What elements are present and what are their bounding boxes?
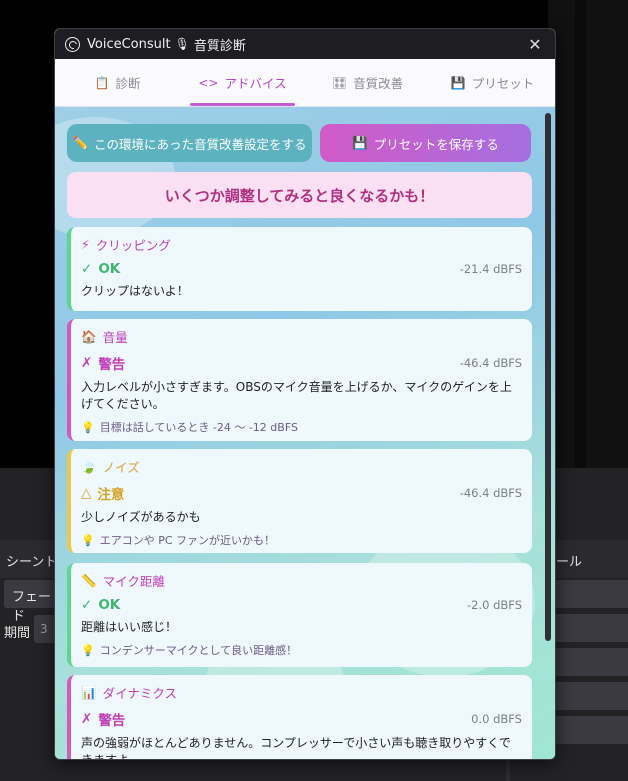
obs-right-control[interactable] xyxy=(548,716,628,744)
advice-card-volume: 🏠 音量 ✗ 警告 -46.4 dBFS 入力レベルが小さすぎます。OBSのマイ… xyxy=(67,319,532,441)
window-title-sub: 音質診断 xyxy=(193,38,246,54)
obs-right-control[interactable] xyxy=(548,580,628,608)
card-message: クリップはないよ！ xyxy=(81,284,189,298)
obs-right-strip xyxy=(548,0,628,468)
floppy-disk-icon: 💾 xyxy=(352,135,368,150)
save-preset-label: プリセットを保存する xyxy=(373,136,499,152)
obs-right-control[interactable] xyxy=(548,648,628,676)
obs-right-control[interactable] xyxy=(548,682,628,710)
cross-icon: ✗ xyxy=(81,711,93,727)
card-title: クリッピング xyxy=(95,238,171,253)
obs-logo-icon xyxy=(65,36,80,52)
lightbulb-icon: 💡 xyxy=(81,420,95,434)
mixer-icon: 🎛 xyxy=(331,75,348,90)
lightbulb-icon: 💡 xyxy=(81,643,95,657)
card-message: 声の強弱がほとんどありません。コンプレッサーで小さい声も聴き取りやすくできますよ… xyxy=(81,736,511,759)
obs-right-divider xyxy=(506,760,510,781)
card-title: マイク距離 xyxy=(102,574,165,589)
status-label: 警告 xyxy=(98,713,126,729)
bar-chart-icon: 📊 xyxy=(81,684,97,700)
tab-sound-improvement[interactable]: 🎛 音質改善 xyxy=(305,59,430,106)
tab-label: 診断 xyxy=(115,76,141,91)
dbfs-value: -21.4 dBFS xyxy=(459,262,522,276)
close-button[interactable]: ✕ xyxy=(525,35,545,54)
code-brackets-icon: <> xyxy=(198,75,219,90)
title-bar[interactable]: VoiceConsult 🎙 音質診断 ✕ xyxy=(55,29,555,59)
tab-bar: 📋 診断 <> アドバイス 🎛 音質改善 💾 プリセット xyxy=(55,59,555,107)
card-title: ダイナミクス xyxy=(102,686,177,701)
voice-consult-window: VoiceConsult 🎙 音質診断 ✕ 📋 診断 <> アドバイス 🎛 音質… xyxy=(54,28,556,760)
auto-tune-label: この環境にあった音質改善設定をする xyxy=(94,136,307,152)
status-label: OK xyxy=(98,261,121,277)
card-tip: エアコンや PC ファンが近いかも！ xyxy=(99,534,276,547)
tab-label: プリセット xyxy=(471,76,535,91)
obs-right-control[interactable] xyxy=(548,614,628,642)
card-message: 距離はいい感じ！ xyxy=(81,620,178,634)
tab-advice[interactable]: <> アドバイス xyxy=(180,59,305,106)
duration-label: 期間 xyxy=(4,626,31,641)
tab-label: 音質改善 xyxy=(353,76,404,91)
check-icon: ✓ xyxy=(81,261,93,277)
advice-card-clipping: ⚡ クリッピング ✓ OK -21.4 dBFS クリップはないよ！ xyxy=(67,227,532,311)
action-row: ✏️ この環境にあった音質改善設定をする 💾 プリセットを保存する xyxy=(67,124,532,162)
save-preset-button[interactable]: 💾 プリセットを保存する xyxy=(320,124,531,162)
lightning-icon: ⚡ xyxy=(81,237,90,252)
dock-right-label: ール xyxy=(556,555,583,570)
dbfs-value: -2.0 dBFS xyxy=(467,598,522,612)
advice-card-noise: 🍃 ノイズ △ 注意 -46.4 dBFS 少しノイズがあるかも 💡 エアコンや… xyxy=(67,449,532,553)
advice-card-mic-distance: 📏 マイク距離 ✓ OK -2.0 dBFS 距離はいい感じ！ 💡 コンデンサー… xyxy=(67,563,532,667)
clipboard-icon: 📋 xyxy=(94,75,110,90)
card-title: ノイズ xyxy=(102,460,140,475)
pencil-icon: ✏️ xyxy=(72,135,89,150)
microphone-icon: 🎙 xyxy=(174,37,190,51)
card-message: 少しノイズがあるかも xyxy=(81,510,201,524)
tab-diagnosis[interactable]: 📋 診断 xyxy=(55,59,180,106)
leaf-icon: 🍃 xyxy=(81,458,97,474)
floppy-disk-icon: 💾 xyxy=(450,75,466,90)
triangle-icon: △ xyxy=(81,485,92,501)
advice-content: ✏️ この環境にあった音質改善設定をする 💾 プリセットを保存する いくつか調整… xyxy=(55,107,555,759)
ruler-icon: 📏 xyxy=(81,572,97,588)
card-tip: 目標は話しているとき -24 〜 -12 dBFS xyxy=(99,421,298,434)
card-message: 入力レベルが小さすぎます。OBSのマイク音量を上げるか、マイクのゲインを上げてく… xyxy=(81,380,512,411)
check-icon: ✓ xyxy=(81,597,93,613)
dbfs-value: 0.0 dBFS xyxy=(471,712,522,726)
dbfs-value: -46.4 dBFS xyxy=(459,486,522,500)
lightbulb-icon: 💡 xyxy=(81,533,95,547)
status-label: 注意 xyxy=(97,487,125,503)
status-label: 警告 xyxy=(98,357,126,373)
vertical-scrollbar[interactable] xyxy=(545,113,551,641)
tab-label: アドバイス xyxy=(224,76,287,91)
advice-card-dynamics: 📊 ダイナミクス ✗ 警告 0.0 dBFS 声の強弱がほとんどありません。コン… xyxy=(67,675,532,759)
card-tip: コンデンサーマイクとして良い距離感！ xyxy=(99,644,298,657)
cross-icon: ✗ xyxy=(81,355,93,371)
dbfs-value: -46.4 dBFS xyxy=(459,356,522,370)
status-label: OK xyxy=(98,597,121,613)
tab-preset[interactable]: 💾 プリセット xyxy=(430,59,555,106)
obs-scrollbar-track[interactable] xyxy=(575,0,586,468)
card-title: 音量 xyxy=(102,330,128,345)
summary-banner: いくつか調整してみると良くなるかも！ xyxy=(67,172,532,218)
window-title-app: VoiceConsult xyxy=(87,36,171,52)
house-icon: 🏠 xyxy=(81,328,97,344)
auto-tune-button[interactable]: ✏️ この環境にあった音質改善設定をする xyxy=(67,124,312,162)
